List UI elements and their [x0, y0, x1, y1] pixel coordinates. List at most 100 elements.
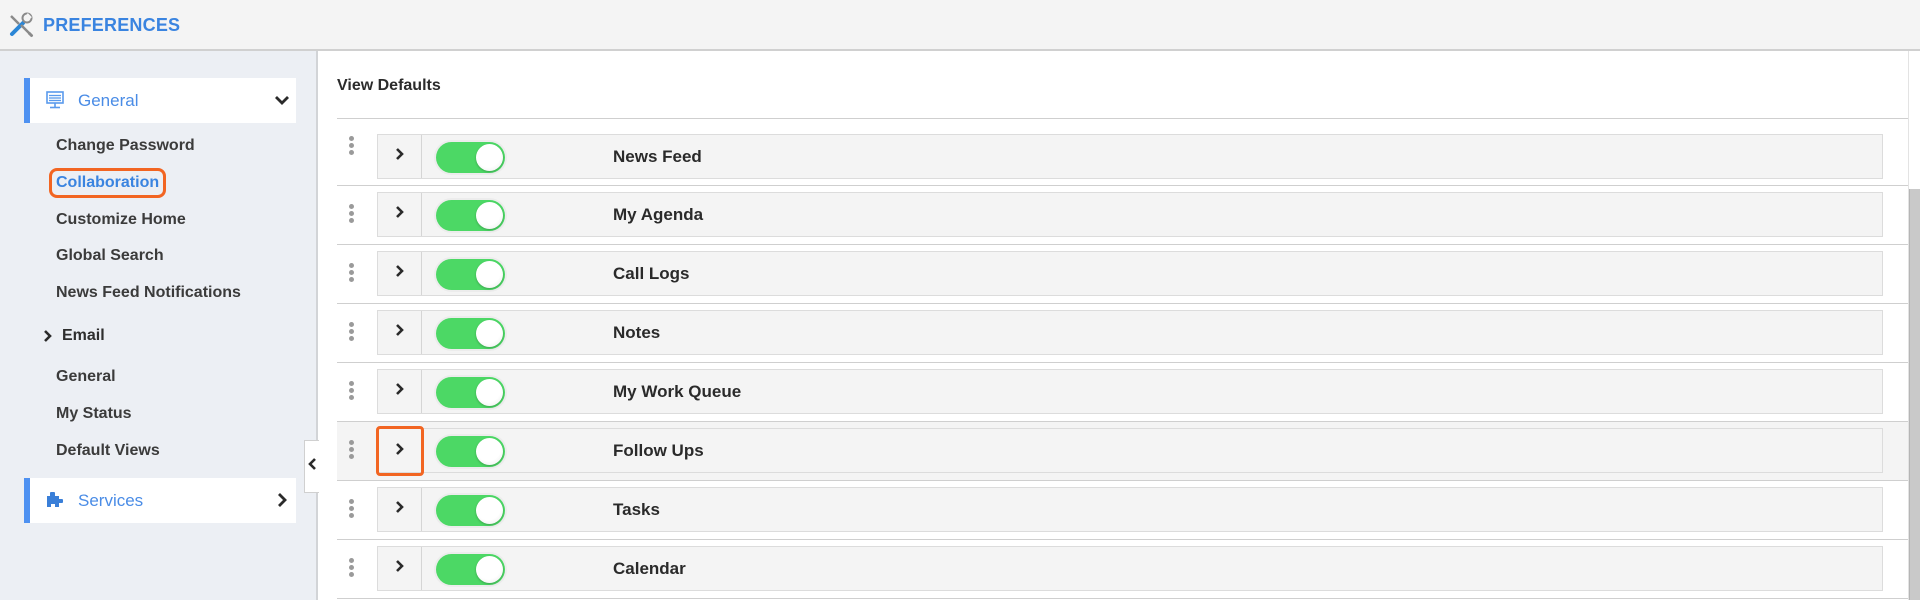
drag-handle-icon[interactable]: [349, 381, 355, 403]
drag-handle-icon[interactable]: [349, 263, 355, 285]
toggle-knob: [476, 379, 503, 406]
sidebar-group-email[interactable]: Email: [42, 327, 105, 345]
view-default-row: My Agenda: [377, 192, 1883, 237]
chevron-right-icon: [394, 264, 406, 283]
chevron-right-icon: [394, 442, 406, 461]
list-item-tasks: Tasks: [337, 481, 1910, 540]
toggle-knob: [476, 497, 503, 524]
row-label: Follow Ups: [613, 441, 704, 460]
enable-toggle[interactable]: [434, 552, 507, 587]
chevron-right-icon: [394, 382, 406, 401]
drag-handle-icon[interactable]: [349, 499, 355, 521]
drag-handle-icon[interactable]: [349, 440, 355, 462]
list-item-news-feed: News Feed: [337, 118, 1910, 186]
enable-toggle[interactable]: [434, 257, 507, 292]
expand-button[interactable]: [378, 193, 422, 236]
chevron-right-icon[interactable]: [274, 492, 290, 508]
view-default-row: Follow Ups: [376, 426, 1883, 476]
sidebar-section-general[interactable]: General: [24, 78, 296, 123]
expand-button[interactable]: [378, 488, 422, 531]
row-label: My Agenda: [613, 205, 704, 224]
toggle-knob: [476, 261, 503, 288]
sidebar-item-collaboration[interactable]: Collaboration: [48, 168, 167, 198]
main-content: View Defaults News Feed My Agenda Call L…: [320, 51, 1910, 600]
toggle-track: [436, 200, 505, 231]
scrollbar-thumb[interactable]: [1909, 189, 1920, 600]
expand-button[interactable]: [378, 547, 422, 590]
enable-toggle[interactable]: [434, 434, 507, 469]
tools-icon: [8, 12, 34, 38]
chevron-right-icon: [394, 205, 406, 224]
view-default-row: News Feed: [377, 134, 1883, 179]
row-label: My Work Queue: [613, 382, 742, 401]
enable-toggle[interactable]: [434, 140, 507, 175]
view-default-row: Notes: [377, 310, 1883, 355]
sidebar-section-label: Services: [78, 491, 144, 510]
chevron-down-icon[interactable]: [274, 92, 290, 108]
toggle-knob: [476, 202, 503, 229]
toggle-knob: [476, 320, 503, 347]
chevron-right-icon: [394, 559, 406, 578]
app-header: PREFERENCES: [0, 0, 1920, 51]
chevron-right-icon: [394, 323, 406, 342]
view-default-row: Calendar: [377, 546, 1883, 591]
sidebar-item-my-status[interactable]: My Status: [56, 405, 132, 423]
toggle-track: [436, 495, 505, 526]
sidebar-item-global-search[interactable]: Global Search: [56, 247, 164, 265]
toggle-track: [436, 377, 505, 408]
chevron-right-icon: [394, 147, 406, 166]
page-title: PREFERENCES: [43, 15, 181, 35]
view-default-row: My Work Queue: [377, 369, 1883, 414]
toggle-knob: [476, 556, 503, 583]
sidebar-collapse-button[interactable]: [304, 440, 319, 493]
enable-toggle[interactable]: [434, 316, 507, 351]
row-label: Notes: [613, 323, 661, 342]
sidebar: General Change Password Collaboration Cu…: [0, 51, 318, 600]
sidebar-item-default-views[interactable]: Default Views: [56, 442, 160, 460]
list-item-call-logs: Call Logs: [337, 245, 1910, 304]
drag-handle-icon[interactable]: [349, 136, 355, 158]
list-item-calendar: Calendar: [337, 540, 1910, 599]
row-label: News Feed: [613, 147, 702, 166]
view-default-row: Tasks: [377, 487, 1883, 532]
sidebar-item-customize-home[interactable]: Customize Home: [56, 211, 186, 229]
sidebar-item-general[interactable]: General: [56, 368, 116, 386]
sidebar-item-change-password[interactable]: Change Password: [56, 137, 195, 155]
enable-toggle[interactable]: [434, 375, 507, 410]
list-item-follow-ups: Follow Ups: [337, 422, 1910, 481]
sidebar-section-services[interactable]: Services: [24, 478, 296, 523]
puzzle-icon: [45, 490, 65, 510]
row-label: Tasks: [613, 500, 660, 519]
expand-button[interactable]: [376, 426, 424, 476]
sidebar-section-label: General: [78, 91, 139, 110]
drag-handle-icon[interactable]: [349, 204, 355, 226]
monitor-icon: [45, 90, 65, 110]
toggle-track: [436, 318, 505, 349]
expand-button[interactable]: [378, 252, 422, 295]
sidebar-group-label: Email: [62, 327, 105, 344]
list-item-notes: Notes: [337, 304, 1910, 363]
chevron-right-icon: [394, 500, 406, 519]
chevron-left-icon: [307, 457, 317, 476]
toggle-knob: [476, 144, 503, 171]
drag-handle-icon[interactable]: [349, 558, 355, 580]
view-default-row: Call Logs: [377, 251, 1883, 296]
expand-button[interactable]: [378, 135, 422, 178]
enable-toggle[interactable]: [434, 493, 507, 528]
toggle-knob: [476, 438, 503, 465]
enable-toggle[interactable]: [434, 198, 507, 233]
toggle-track: [436, 436, 505, 467]
expand-button[interactable]: [378, 370, 422, 413]
row-label: Calendar: [613, 559, 686, 578]
toggle-track: [436, 142, 505, 173]
list-item-my-work-queue: My Work Queue: [337, 363, 1910, 422]
scrollbar[interactable]: [1908, 51, 1920, 600]
list-item-my-agenda: My Agenda: [337, 186, 1910, 245]
chevron-right-icon: [42, 329, 54, 343]
toggle-track: [436, 259, 505, 290]
section-title: View Defaults: [337, 77, 441, 94]
expand-button[interactable]: [378, 311, 422, 354]
drag-handle-icon[interactable]: [349, 322, 355, 344]
sidebar-item-news-feed-notifications[interactable]: News Feed Notifications: [56, 284, 241, 302]
row-label: Call Logs: [613, 264, 690, 283]
